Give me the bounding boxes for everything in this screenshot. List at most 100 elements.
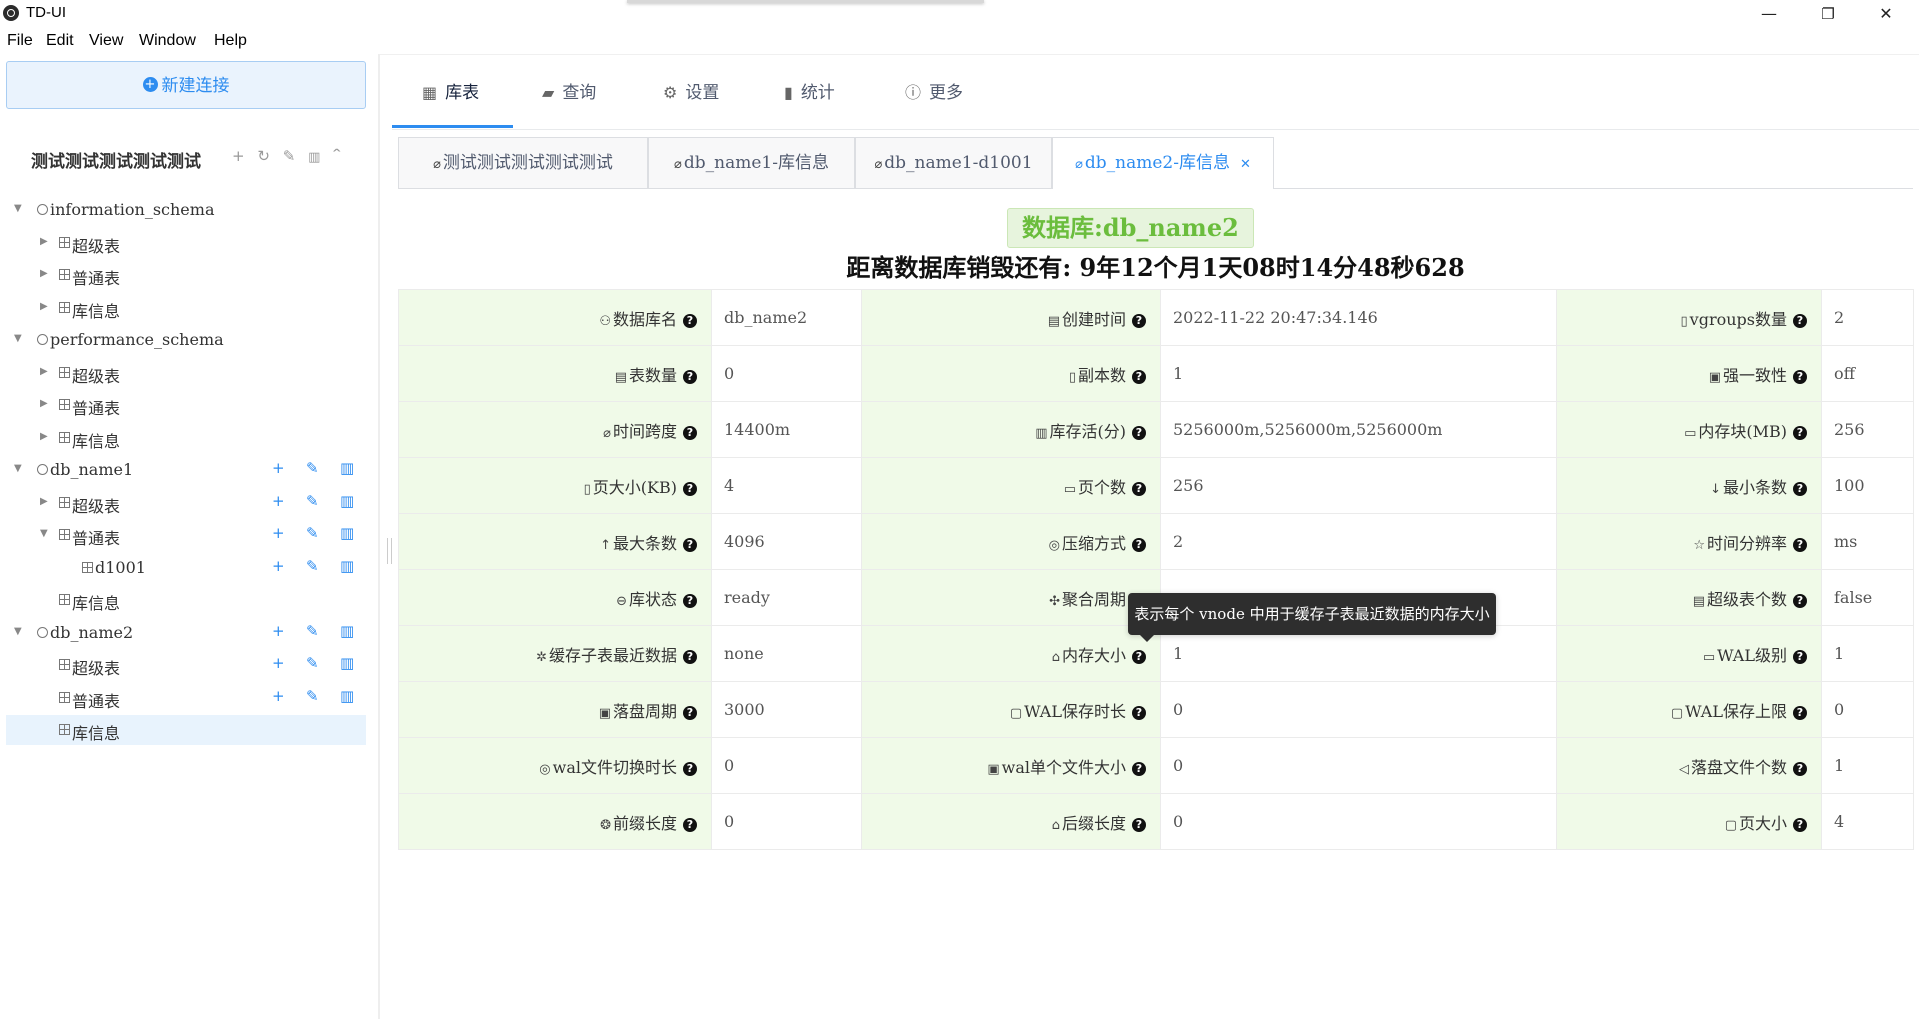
add-icon[interactable]: +: [272, 492, 285, 510]
tab-query[interactable]: ▰ 查询: [542, 78, 596, 128]
add-icon[interactable]: +: [272, 459, 285, 477]
add-icon[interactable]: +: [272, 524, 285, 542]
caret-right-icon[interactable]: ▶: [40, 431, 48, 442]
help-icon[interactable]: ?: [1793, 537, 1807, 552]
tree-node-table-group[interactable]: ▶ 超级表 + ✎ ▥: [0, 488, 366, 518]
tree-node-db[interactable]: ▼ information_schema: [0, 195, 366, 225]
help-icon[interactable]: ?: [683, 369, 697, 384]
tree-node-table-group[interactable]: ▶ 超级表: [0, 358, 366, 388]
delete-icon[interactable]: ▥: [340, 654, 354, 672]
help-icon[interactable]: ?: [1132, 425, 1146, 440]
caret-down-icon[interactable]: ▼: [14, 626, 22, 637]
help-icon[interactable]: ?: [1132, 537, 1146, 552]
caret-right-icon[interactable]: ▶: [40, 366, 48, 377]
edit-icon[interactable]: ✎: [306, 459, 319, 477]
add-icon[interactable]: +: [232, 147, 245, 165]
caret-down-icon[interactable]: ▼: [14, 203, 22, 214]
tab-tables[interactable]: ▦ 库表: [422, 78, 479, 128]
help-icon[interactable]: ?: [1793, 817, 1807, 832]
help-icon[interactable]: ?: [683, 649, 697, 664]
delete-icon[interactable]: ▥: [340, 557, 354, 575]
edit-icon[interactable]: ✎: [306, 622, 319, 640]
help-icon[interactable]: ?: [1132, 705, 1146, 720]
caret-down-icon[interactable]: ▼: [40, 528, 48, 539]
close-tab-icon[interactable]: ✕: [1240, 157, 1251, 172]
help-icon[interactable]: ?: [1793, 481, 1807, 496]
tree-node-db[interactable]: ▼ performance_schema: [0, 325, 366, 355]
delete-icon[interactable]: ▥: [308, 150, 320, 165]
menu-help[interactable]: Help: [214, 32, 247, 50]
help-icon[interactable]: ?: [1793, 761, 1807, 776]
add-icon[interactable]: +: [272, 557, 285, 575]
tab-more[interactable]: ⓘ 更多: [905, 78, 963, 128]
help-icon[interactable]: ?: [1793, 369, 1807, 384]
help-icon[interactable]: ?: [1132, 761, 1146, 776]
help-icon[interactable]: ?: [683, 313, 697, 328]
delete-icon[interactable]: ▥: [340, 459, 354, 477]
edit-icon[interactable]: ✎: [306, 557, 319, 575]
edit-icon[interactable]: ✎: [306, 654, 319, 672]
edit-icon[interactable]: ✎: [306, 492, 319, 510]
caret-right-icon[interactable]: ▶: [40, 301, 48, 312]
help-icon[interactable]: ?: [683, 481, 697, 496]
caret-right-icon[interactable]: ▶: [40, 236, 48, 247]
add-icon[interactable]: +: [272, 654, 285, 672]
help-icon[interactable]: ?: [1132, 481, 1146, 496]
menu-window[interactable]: Window: [139, 32, 196, 50]
menu-file[interactable]: File: [7, 32, 33, 50]
help-icon[interactable]: ?: [683, 705, 697, 720]
restore-button[interactable]: ❐: [1799, 0, 1857, 28]
connection-name[interactable]: 测试测试测试测试测试: [31, 147, 201, 172]
help-icon[interactable]: ?: [683, 537, 697, 552]
minimize-button[interactable]: —: [1740, 0, 1798, 28]
subtab-db1-d1001[interactable]: ⌀ db_name1-d1001: [855, 137, 1052, 188]
subtab-db1-info[interactable]: ⌀ db_name1-库信息: [648, 137, 855, 188]
help-icon[interactable]: ?: [1132, 817, 1146, 832]
caret-down-icon[interactable]: ▼: [14, 333, 22, 344]
tree-node-db-info[interactable]: ▶ 库信息: [0, 423, 366, 453]
new-connection-button[interactable]: + 新建连接: [6, 61, 366, 109]
add-icon[interactable]: +: [272, 687, 285, 705]
menu-view[interactable]: View: [89, 32, 123, 50]
help-icon[interactable]: ?: [1793, 705, 1807, 720]
tree-node-db[interactable]: ▼ db_name2 + ✎ ▥: [0, 618, 366, 648]
delete-icon[interactable]: ▥: [340, 687, 354, 705]
tree-node-table[interactable]: d1001 + ✎ ▥: [0, 553, 366, 583]
tree-node-table-group[interactable]: ▼ 普通表 + ✎ ▥: [0, 520, 366, 550]
collapse-icon[interactable]: ˆ: [331, 147, 343, 165]
subtab-db2-info[interactable]: ⌀ db_name2-库信息 ✕: [1052, 137, 1274, 189]
help-icon[interactable]: ?: [1793, 593, 1807, 608]
help-icon[interactable]: ?: [1132, 369, 1146, 384]
help-icon[interactable]: ?: [1793, 649, 1807, 664]
tree-node-table-group[interactable]: ▶ 超级表: [0, 228, 366, 258]
tree-node-db-info[interactable]: 库信息: [0, 585, 366, 615]
tree-node-table-group[interactable]: ▶ 普通表: [0, 260, 366, 290]
subtab-connection[interactable]: ⌀ 测试测试测试测试测试: [398, 137, 648, 188]
delete-icon[interactable]: ▥: [340, 492, 354, 510]
tree-node-db-info[interactable]: ▶ 库信息: [0, 293, 366, 323]
help-icon[interactable]: ?: [683, 593, 697, 608]
delete-icon[interactable]: ▥: [340, 622, 354, 640]
help-icon[interactable]: ?: [1793, 313, 1807, 328]
caret-right-icon[interactable]: ▶: [40, 496, 48, 507]
help-icon[interactable]: ?: [683, 817, 697, 832]
caret-down-icon[interactable]: ▼: [14, 463, 22, 474]
delete-icon[interactable]: ▥: [340, 524, 354, 542]
tab-settings[interactable]: ⚙ 设置: [663, 78, 719, 128]
refresh-icon[interactable]: ↻: [257, 147, 270, 165]
help-icon[interactable]: ?: [683, 425, 697, 440]
caret-right-icon[interactable]: ▶: [40, 398, 48, 409]
tree-node-table-group[interactable]: 普通表 + ✎ ▥: [0, 683, 366, 713]
tree-node-table-group[interactable]: ▶ 普通表: [0, 390, 366, 420]
caret-right-icon[interactable]: ▶: [40, 268, 48, 279]
help-icon[interactable]: ?: [1132, 313, 1146, 328]
edit-icon[interactable]: ✎: [306, 524, 319, 542]
tree-node-table-group[interactable]: 超级表 + ✎ ▥: [0, 650, 366, 680]
tab-stats[interactable]: ▮ 统计: [784, 78, 835, 128]
edit-icon[interactable]: ✎: [306, 687, 319, 705]
close-window-button[interactable]: ✕: [1857, 0, 1915, 28]
edit-icon[interactable]: ✎: [283, 147, 296, 165]
pane-splitter[interactable]: [378, 54, 380, 1019]
help-icon[interactable]: ?: [683, 761, 697, 776]
help-icon[interactable]: ?: [1793, 425, 1807, 440]
